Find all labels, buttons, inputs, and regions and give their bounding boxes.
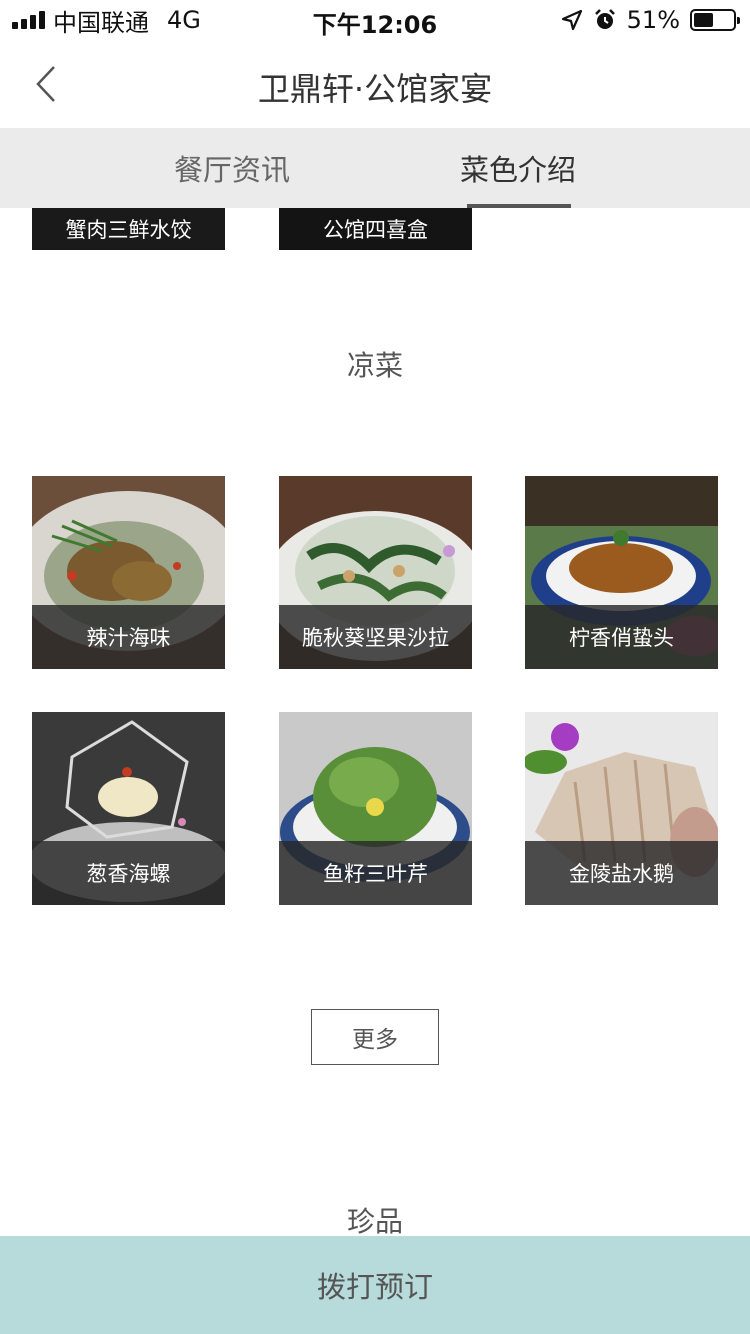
dish-card[interactable]: 金陵盐水鹅	[525, 712, 718, 905]
dish-card[interactable]: 辣汁海味	[32, 476, 225, 669]
status-bar: 中国联通 4G 下午12:06 51%	[0, 0, 750, 40]
battery-fill	[694, 13, 714, 27]
dish-caption: 鱼籽三叶芹	[279, 841, 472, 905]
active-tab-indicator	[467, 204, 571, 208]
call-to-book-button[interactable]: 拨打预订	[0, 1236, 750, 1334]
dish-card-partial[interactable]: 公馆四喜盒	[279, 208, 472, 250]
tab-restaurant-info[interactable]: 餐厅资讯	[142, 128, 322, 208]
more-button[interactable]: 更多	[311, 1009, 439, 1065]
dish-caption: 金陵盐水鹅	[525, 841, 718, 905]
dish-caption: 辣汁海味	[32, 605, 225, 669]
dish-caption: 柠香俏蛰头	[525, 605, 718, 669]
dish-card[interactable]: 柠香俏蛰头	[525, 476, 718, 669]
dish-card[interactable]: 脆秋葵坚果沙拉	[279, 476, 472, 669]
dish-card[interactable]: 鱼籽三叶芹	[279, 712, 472, 905]
status-right: 51%	[561, 6, 740, 34]
section-title-cold-dishes: 凉菜	[346, 349, 403, 382]
dish-name: 蟹肉三鲜水饺	[65, 218, 192, 242]
tab-dish-intro[interactable]: 菜色介绍	[428, 128, 608, 208]
location-arrow-icon	[561, 9, 582, 31]
section-title-delicacies: 珍品	[346, 1205, 403, 1236]
dish-caption: 葱香海螺	[32, 841, 225, 905]
dish-name: 公馆四喜盒	[323, 218, 428, 242]
dish-caption: 脆秋葵坚果沙拉	[279, 605, 472, 669]
battery-percent: 51%	[626, 6, 680, 34]
dish-card-partial[interactable]: 蟹肉三鲜水饺	[32, 208, 225, 250]
dish-content[interactable]: 蟹肉三鲜水饺 公馆四喜盒 凉菜 辣汁海味 脆秋葵坚果沙拉 柠香俏蛰头 葱香海螺 …	[0, 208, 750, 1236]
page-title: 卫鼎轩·公馆家宴	[257, 70, 493, 108]
alarm-icon	[594, 9, 615, 29]
battery-icon	[690, 9, 740, 31]
nav-bar: 卫鼎轩·公馆家宴	[0, 40, 750, 128]
dish-card[interactable]: 葱香海螺	[32, 712, 225, 905]
tab-bar: 餐厅资讯 菜色介绍	[0, 128, 750, 208]
